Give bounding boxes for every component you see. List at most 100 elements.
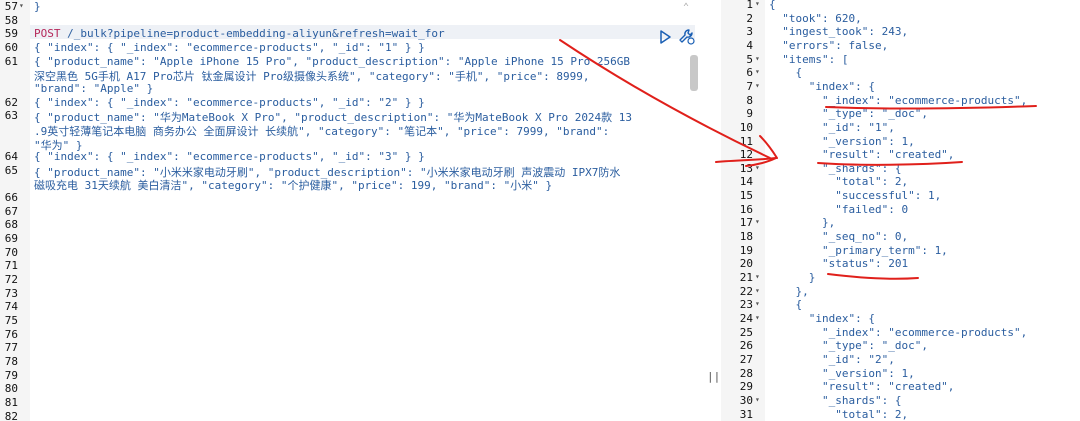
line-number: 72 xyxy=(4,273,18,286)
code-line[interactable]: "result": "created", xyxy=(769,380,954,393)
response-viewer: 1 ▾{2 "took": 620, 3 "ingest_took": 243, 4 … xyxy=(721,0,1080,421)
line-number: 14 xyxy=(739,175,753,189)
code-line[interactable]: "result": "created", xyxy=(769,148,954,161)
code-line[interactable]: "_version": 1, xyxy=(769,367,915,380)
line-number: 66 xyxy=(4,191,18,205)
line-number: 31 xyxy=(739,407,753,421)
chevron-up-icon[interactable]: ⌃ xyxy=(683,2,689,13)
code-line[interactable]: "total": 2, xyxy=(769,175,908,188)
line-number: 22 xyxy=(739,284,753,298)
fold-chevron-icon[interactable]: ▾ xyxy=(755,272,760,281)
line-number: 1 xyxy=(746,0,753,11)
code-line[interactable]: "_shards": { xyxy=(769,394,901,407)
code-line[interactable]: "_shards": { xyxy=(769,162,901,175)
fold-chevron-icon[interactable]: ▾ xyxy=(755,217,760,226)
code-line[interactable]: { "product_name": "Apple iPhone 15 Pro",… xyxy=(34,55,630,68)
code-line[interactable]: "_id": "2", xyxy=(769,353,895,366)
line-number: 76 xyxy=(4,327,18,341)
code-line[interactable]: { "index": { "_index": "ecommerce-produc… xyxy=(34,96,425,109)
code-line[interactable]: "total": 2, xyxy=(769,408,908,421)
line-number: 64 xyxy=(4,150,18,164)
play-icon[interactable] xyxy=(658,30,672,44)
code-line[interactable]: { xyxy=(769,0,776,11)
code-line[interactable]: "_type": "_doc", xyxy=(769,339,928,352)
code-line[interactable]: "successful": 1, xyxy=(769,189,941,202)
line-number: 65 xyxy=(4,163,18,177)
request-editor[interactable]: 57 ▾} 58 59 POST /_bulk?pipeline=product-emb… xyxy=(0,0,703,421)
code-line[interactable]: }, xyxy=(769,216,835,229)
code-line[interactable]: "_seq_no": 0, xyxy=(769,230,908,243)
code-line[interactable]: } xyxy=(769,271,816,284)
line-number: 16 xyxy=(739,202,753,216)
line-number: 28 xyxy=(739,366,753,380)
code-line[interactable]: "took": 620, xyxy=(769,12,861,25)
line-number: 69 xyxy=(4,232,18,246)
line-number: 7 xyxy=(746,79,753,93)
line-number: 2 xyxy=(746,11,753,25)
code-line[interactable]: "_primary_term": 1, xyxy=(769,244,948,257)
code-line[interactable]: } xyxy=(34,0,41,13)
line-number: 29 xyxy=(739,380,753,394)
line-number: 8 xyxy=(746,93,753,107)
line-number: 11 xyxy=(739,134,753,148)
line-number: 21 xyxy=(739,271,753,284)
code-line[interactable]: "index": { xyxy=(769,312,875,325)
code-line[interactable]: "_index": "ecommerce-products", xyxy=(769,94,1027,107)
fold-chevron-icon[interactable]: ▾ xyxy=(755,81,760,90)
code-line[interactable]: "failed": 0 xyxy=(769,203,908,216)
line-number: 81 xyxy=(4,395,18,409)
code-line[interactable]: "brand": "Apple" } xyxy=(34,82,153,95)
code-line[interactable]: "_type": "_doc", xyxy=(769,107,928,120)
code-line[interactable]: "_id": "1", xyxy=(769,121,895,134)
line-number: 57 xyxy=(4,0,18,13)
fold-chevron-icon[interactable]: ▾ xyxy=(755,395,760,404)
fold-chevron-icon[interactable]: ▾ xyxy=(755,286,760,295)
line-number: 63 xyxy=(4,109,18,123)
code-line[interactable]: "_version": 1, xyxy=(769,135,915,148)
code-line[interactable]: "items": [ xyxy=(769,53,848,66)
code-line[interactable]: "_index": "ecommerce-products", xyxy=(769,326,1027,339)
line-number: 67 xyxy=(4,204,18,218)
code-line[interactable]: "status": 201 xyxy=(769,257,908,270)
line-number: 12 xyxy=(739,148,753,162)
fold-chevron-icon[interactable]: ▾ xyxy=(19,1,24,10)
fold-chevron-icon[interactable]: ▾ xyxy=(755,0,760,8)
fold-chevron-icon[interactable]: ▾ xyxy=(755,163,760,172)
line-number: 23 xyxy=(739,298,753,312)
code-line[interactable]: 磁吸充电 31天续航 美白清洁", "category": "个护健康", "p… xyxy=(34,177,552,193)
code-line[interactable]: "errors": false, xyxy=(769,39,888,52)
code-line[interactable]: }, xyxy=(769,285,808,298)
line-number: 70 xyxy=(4,245,18,259)
code-line[interactable]: "index": { xyxy=(769,80,875,93)
line-number: 68 xyxy=(4,218,18,232)
code-line[interactable]: POST /_bulk?pipeline=product-embedding-a… xyxy=(34,27,445,40)
code-line[interactable]: .9英寸轻薄笔记本电脑 商务办公 全面屏设计 长续航", "category":… xyxy=(34,123,609,139)
line-number: 4 xyxy=(746,38,753,52)
line-number: 19 xyxy=(739,243,753,257)
fold-chevron-icon[interactable]: ▾ xyxy=(755,54,760,63)
line-number: 75 xyxy=(4,313,18,327)
code-line[interactable]: "ingest_took": 243, xyxy=(769,25,908,38)
line-number: 74 xyxy=(4,300,18,314)
line-number: 61 xyxy=(4,54,18,68)
wrench-icon[interactable] xyxy=(678,28,696,46)
code-line[interactable]: { "index": { "_index": "ecommerce-produc… xyxy=(34,150,425,163)
code-line[interactable]: { xyxy=(769,66,802,79)
code-line[interactable]: { "index": { "_index": "ecommerce-produc… xyxy=(34,41,425,54)
line-number: 82 xyxy=(4,409,18,421)
line-number: 62 xyxy=(4,95,18,109)
line-number: 9 xyxy=(746,107,753,121)
drag-handle-icon[interactable]: || xyxy=(707,370,720,383)
line-number: 10 xyxy=(739,120,753,134)
scrollbar-thumb[interactable] xyxy=(690,55,698,91)
line-number: 60 xyxy=(4,40,18,54)
line-number: 13 xyxy=(739,161,753,175)
fold-chevron-icon[interactable]: ▾ xyxy=(755,67,760,76)
line-number: 25 xyxy=(739,325,753,339)
line-number: 73 xyxy=(4,286,18,300)
fold-chevron-icon[interactable]: ▾ xyxy=(755,313,760,322)
code-line[interactable]: { xyxy=(769,298,802,311)
fold-chevron-icon[interactable]: ▾ xyxy=(755,299,760,308)
pane-divider[interactable]: || xyxy=(703,0,721,421)
line-number: 17 xyxy=(739,216,753,230)
